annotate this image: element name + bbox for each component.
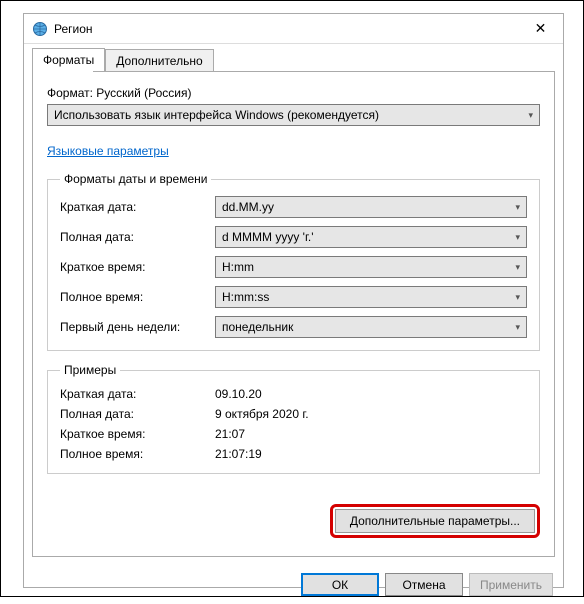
ex-long-date-label: Полная дата:	[60, 407, 215, 421]
short-time-value: H:mm	[222, 260, 254, 274]
region-dialog: Регион ✕ Форматы Дополнительно Формат: Р…	[23, 13, 564, 588]
first-day-value: понедельник	[222, 320, 293, 334]
advanced-button-highlight: Дополнительные параметры...	[330, 504, 540, 538]
tab-advanced-label: Дополнительно	[116, 54, 202, 68]
advanced-settings-label: Дополнительные параметры...	[350, 514, 520, 528]
datetime-formats-legend: Форматы даты и времени	[60, 172, 211, 186]
short-date-label: Краткая дата:	[60, 200, 215, 214]
ok-button[interactable]: ОК	[301, 573, 379, 596]
long-time-value: H:mm:ss	[222, 290, 269, 304]
examples-legend: Примеры	[60, 363, 120, 377]
apply-label: Применить	[480, 578, 542, 592]
tab-body: Формат: Русский (Россия) Использовать яз…	[32, 71, 555, 557]
chevron-down-icon: ▾	[515, 292, 520, 303]
cancel-button[interactable]: Отмена	[385, 573, 463, 596]
ok-label: ОК	[332, 578, 348, 592]
long-date-label: Полная дата:	[60, 230, 215, 244]
ex-short-time-label: Краткое время:	[60, 427, 215, 441]
chevron-down-icon: ▾	[515, 262, 520, 273]
chevron-down-icon: ▾	[515, 232, 520, 243]
tab-formats-label: Форматы	[43, 53, 94, 67]
short-time-combo[interactable]: H:mm ▾	[215, 256, 527, 278]
ex-short-date-label: Краткая дата:	[60, 387, 215, 401]
first-day-label: Первый день недели:	[60, 320, 215, 334]
format-combo[interactable]: Использовать язык интерфейса Windows (ре…	[47, 104, 540, 126]
advanced-settings-button[interactable]: Дополнительные параметры...	[335, 509, 535, 533]
ex-short-time-value: 21:07	[215, 427, 245, 441]
apply-button[interactable]: Применить	[469, 573, 553, 596]
titlebar: Регион ✕	[24, 14, 563, 44]
long-date-value: d MMMM yyyy 'г.'	[222, 230, 314, 244]
ex-long-time-label: Полное время:	[60, 447, 215, 461]
close-icon: ✕	[535, 20, 547, 37]
chevron-down-icon: ▾	[515, 202, 520, 213]
datetime-formats-group: Форматы даты и времени Краткая дата: dd.…	[47, 172, 540, 351]
format-label: Формат: Русский (Россия)	[47, 86, 540, 100]
long-date-combo[interactable]: d MMMM yyyy 'г.' ▾	[215, 226, 527, 248]
long-time-label: Полное время:	[60, 290, 215, 304]
window-title: Регион	[54, 22, 518, 36]
tab-formats[interactable]: Форматы	[32, 48, 105, 71]
chevron-down-icon: ▾	[528, 110, 533, 121]
language-settings-link[interactable]: Языковые параметры	[47, 144, 169, 158]
examples-group: Примеры Краткая дата: 09.10.20 Полная да…	[47, 363, 540, 474]
tab-advanced[interactable]: Дополнительно	[105, 49, 213, 72]
cancel-label: Отмена	[402, 578, 445, 592]
short-time-label: Краткое время:	[60, 260, 215, 274]
chevron-down-icon: ▾	[515, 322, 520, 333]
long-time-combo[interactable]: H:mm:ss ▾	[215, 286, 527, 308]
ex-short-date-value: 09.10.20	[215, 387, 262, 401]
dialog-buttons: ОК Отмена Применить	[24, 565, 563, 604]
ex-long-time-value: 21:07:19	[215, 447, 262, 461]
first-day-combo[interactable]: понедельник ▾	[215, 316, 527, 338]
outer-frame: Регион ✕ Форматы Дополнительно Формат: Р…	[0, 0, 584, 597]
format-combo-value: Использовать язык интерфейса Windows (ре…	[54, 108, 379, 122]
tab-strip: Форматы Дополнительно	[24, 44, 563, 71]
short-date-combo[interactable]: dd.MM.yy ▾	[215, 196, 527, 218]
globe-icon	[32, 21, 48, 37]
close-button[interactable]: ✕	[518, 14, 563, 43]
short-date-value: dd.MM.yy	[222, 200, 274, 214]
ex-long-date-value: 9 октября 2020 г.	[215, 407, 309, 421]
